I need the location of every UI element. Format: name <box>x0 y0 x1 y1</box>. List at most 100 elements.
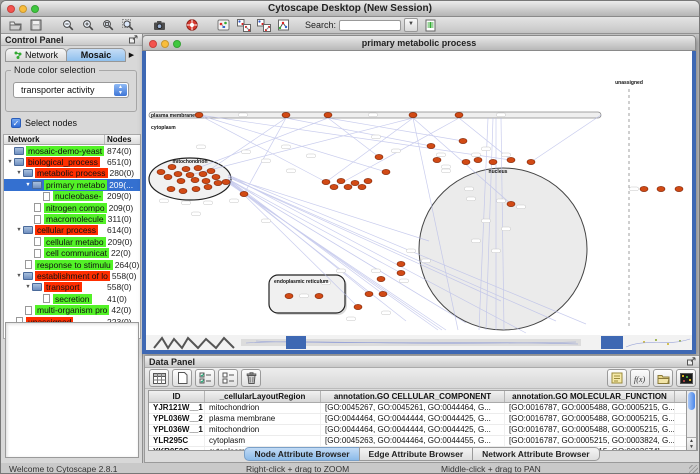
open-session-button[interactable] <box>8 18 23 33</box>
network-node[interactable] <box>282 112 290 117</box>
import-table-button[interactable] <box>423 18 438 33</box>
column-network[interactable]: Network <box>4 135 104 144</box>
network-node[interactable] <box>240 191 248 196</box>
table-cell[interactable]: [GO:0045263, GO:0044464, GO:0044455, G..… <box>321 436 505 446</box>
tree-row[interactable]: ▼establishment of lo558(0) <box>4 270 140 281</box>
table-cell[interactable]: [GO:0044464, GO:0044444, GO:0044425, G..… <box>321 425 505 435</box>
minimize-icon[interactable] <box>19 5 27 13</box>
unselect-all-attributes-button[interactable] <box>218 369 238 387</box>
network-node[interactable] <box>474 157 482 162</box>
save-session-button[interactable] <box>28 18 43 33</box>
disclosure-triangle-icon[interactable]: ▼ <box>15 273 23 279</box>
zoom-out-button[interactable] <box>60 18 75 33</box>
table-cell[interactable]: [GO:0045267, GO:0045261, GO:0044464, G..… <box>321 403 505 413</box>
network-node[interactable] <box>409 112 417 117</box>
new-attribute-button[interactable] <box>172 369 192 387</box>
network-node[interactable] <box>382 169 390 174</box>
annotation-network-button-2[interactable] <box>256 18 271 33</box>
network-node[interactable] <box>377 276 385 281</box>
network-node[interactable] <box>202 178 210 183</box>
delete-attribute-button[interactable] <box>241 369 261 387</box>
zoom-selected-button[interactable] <box>120 18 135 33</box>
network-node[interactable] <box>212 174 220 179</box>
search-options-dropdown[interactable]: ▼ <box>404 18 418 32</box>
network-node[interactable] <box>459 138 467 143</box>
network-node[interactable] <box>214 180 222 185</box>
tree-row[interactable]: cellular metabo209(0) <box>4 236 140 247</box>
tree-row[interactable]: ▼transport558(0) <box>4 282 140 293</box>
network-node[interactable] <box>330 184 338 189</box>
network-node[interactable] <box>358 184 366 189</box>
network-node[interactable] <box>397 270 405 275</box>
network-node[interactable] <box>427 143 435 148</box>
table-cell[interactable]: [GO:0016787, GO:0005488, GO:0005215, G..… <box>505 403 675 413</box>
app-title-bar[interactable]: Cytoscape Desktop (New Session) <box>1 1 699 17</box>
network-node[interactable] <box>375 154 383 159</box>
network-node[interactable] <box>397 261 405 266</box>
table-cell[interactable]: [GO:0016787, GO:0005488, GO:0005215, G..… <box>505 425 675 435</box>
network-node[interactable] <box>462 159 470 164</box>
network-node[interactable] <box>168 164 176 169</box>
network-node[interactable] <box>324 112 332 117</box>
table-scrollbar[interactable]: ▲▼ <box>686 390 697 451</box>
network-node[interactable] <box>351 180 359 185</box>
column-header[interactable]: ID <box>149 391 205 402</box>
table-cell[interactable]: YJR121W__1 <box>149 403 205 413</box>
network-node[interactable] <box>192 186 200 191</box>
column-header[interactable]: annotation.GO MOLECULAR_FUNCTION <box>505 391 675 402</box>
tree-row[interactable]: nucleobase-209(0) <box>4 191 140 202</box>
table-cell[interactable]: mitochondrion <box>205 403 321 413</box>
table-cell[interactable]: YPL036W__1 <box>149 425 205 435</box>
column-header[interactable]: annotation.GO CELLULAR_COMPONENT <box>321 391 505 402</box>
tree-row[interactable]: secretion41(0) <box>4 293 140 304</box>
tab-network-attribute-browser[interactable]: Network Attribute Browser <box>472 447 599 461</box>
tree-row[interactable]: cell communicat22(0) <box>4 248 140 259</box>
disclosure-triangle-icon[interactable]: ▼ <box>24 182 32 188</box>
close-icon[interactable] <box>7 5 15 13</box>
network-node[interactable] <box>507 157 515 162</box>
table-row[interactable]: YJR121W__1mitochondrion[GO:0045267, GO:0… <box>149 403 697 414</box>
disclosure-triangle-icon[interactable]: ▼ <box>15 170 23 176</box>
manual-layout-button[interactable] <box>276 18 291 33</box>
network-node[interactable] <box>527 159 535 164</box>
tree-row[interactable]: multi-organism pro42(0) <box>4 304 140 315</box>
float-panel-icon[interactable] <box>687 357 696 366</box>
tree-row[interactable]: nitrogen compo209(0) <box>4 202 140 213</box>
tree-row[interactable]: ▼cellular process614(0) <box>4 225 140 236</box>
import-attributes-button[interactable] <box>653 369 673 387</box>
matrix-view-button[interactable] <box>676 369 696 387</box>
tab-network[interactable]: Network <box>5 48 67 62</box>
column-nodes[interactable]: Nodes <box>104 135 140 144</box>
view-minimize-icon[interactable] <box>161 40 169 48</box>
table-row[interactable]: YPL036W__2plasma membrane[GO:0044464, GO… <box>149 414 697 425</box>
table-cell[interactable]: YPL036W__2 <box>149 414 205 424</box>
table-cell[interactable]: mitochondrion <box>205 425 321 435</box>
network-node[interactable] <box>433 157 441 162</box>
network-node[interactable] <box>222 179 230 184</box>
help-button[interactable] <box>184 18 199 33</box>
network-canvas[interactable]: plasma membranecytoplasmmitochondrionnuc… <box>146 51 692 335</box>
network-node[interactable] <box>322 179 330 184</box>
table-cell[interactable]: [GO:0044464, GO:0044444, GO:0044425, G..… <box>321 414 505 424</box>
table-row[interactable]: YLR295Ccytoplasm[GO:0045263, GO:0044464,… <box>149 436 697 447</box>
view-zoom-icon[interactable] <box>173 40 181 48</box>
network-node[interactable] <box>455 112 463 117</box>
network-node[interactable] <box>167 186 175 191</box>
snapshot-button[interactable] <box>152 18 167 33</box>
vizmapper-button[interactable] <box>216 18 231 33</box>
network-node[interactable] <box>194 165 202 170</box>
tree-row[interactable]: mosaic-demo-yeast874(0) <box>4 145 140 156</box>
search-input[interactable] <box>339 20 401 31</box>
function-builder-button[interactable]: f(x) <box>630 369 650 387</box>
network-node[interactable] <box>675 186 683 191</box>
dropdown-stepper-icon[interactable]: ▲▼ <box>114 84 127 96</box>
zoom-in-button[interactable] <box>80 18 95 33</box>
network-node[interactable] <box>344 184 352 189</box>
disclosure-triangle-icon[interactable]: ▼ <box>6 159 14 165</box>
tab-edge-attribute-browser[interactable]: Edge Attribute Browser <box>359 447 474 461</box>
network-node[interactable] <box>657 186 665 191</box>
network-node[interactable] <box>489 159 497 164</box>
network-node[interactable] <box>199 171 207 176</box>
select-attributes-button[interactable] <box>149 369 169 387</box>
network-node[interactable] <box>337 178 345 183</box>
